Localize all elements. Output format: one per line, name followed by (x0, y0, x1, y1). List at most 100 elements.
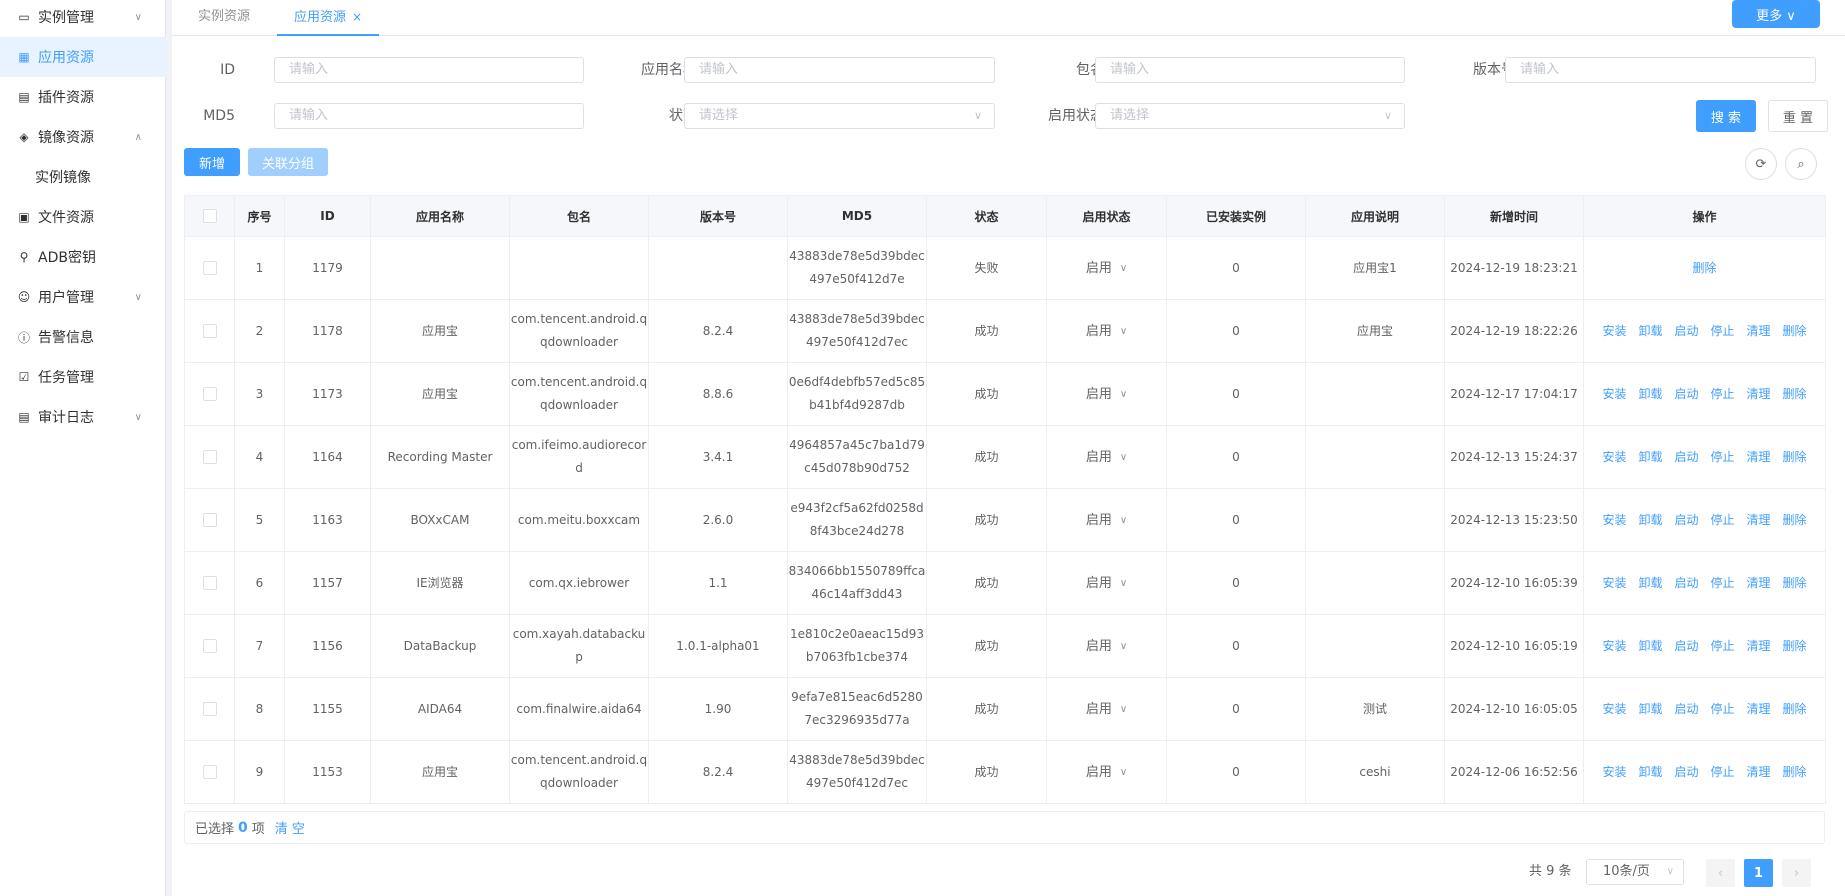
action-link[interactable]: 启动 (1674, 635, 1698, 658)
action-link[interactable]: 安装 (1602, 698, 1626, 721)
action-link[interactable]: 安装 (1602, 446, 1626, 469)
more-button[interactable]: 更多 ∨ (1732, 0, 1820, 28)
sidebar-item[interactable]: ⓘ 告警信息 (0, 317, 166, 357)
link-group-button[interactable]: 关联分组 (248, 148, 328, 176)
sidebar-item[interactable]: ◈ 镜像资源 ∧ (0, 117, 166, 157)
action-link[interactable]: 清理 (1747, 446, 1771, 469)
action-link[interactable]: 停止 (1711, 572, 1735, 595)
action-link[interactable]: 卸载 (1638, 761, 1662, 784)
search-icon[interactable]: ⌕ (1785, 148, 1817, 180)
sidebar-item[interactable]: ▦ 应用资源 (0, 37, 166, 77)
sidebar-item[interactable]: ▤ 审计日志 ∨ (0, 397, 166, 437)
next-page-button[interactable]: › (1782, 859, 1811, 887)
action-link[interactable]: 停止 (1711, 320, 1735, 343)
action-link[interactable]: 卸载 (1638, 572, 1662, 595)
clear-selection-link[interactable]: 清 空 (275, 818, 305, 837)
version-input[interactable]: 请输入 (1505, 57, 1816, 83)
row-checkbox[interactable] (202, 639, 217, 653)
action-link[interactable]: 停止 (1711, 698, 1735, 721)
row-checkbox[interactable] (202, 387, 217, 401)
action-link[interactable]: 删除 (1783, 446, 1807, 469)
enable-status-dropdown[interactable]: 启用 ∨ (1086, 572, 1127, 595)
enable-status-dropdown[interactable]: 启用 ∨ (1086, 320, 1127, 343)
enable-status-dropdown[interactable]: 启用 ∨ (1086, 509, 1127, 532)
action-link[interactable]: 清理 (1747, 320, 1771, 343)
enable-status-dropdown[interactable]: 启用 ∨ (1086, 761, 1127, 784)
row-checkbox[interactable] (202, 702, 217, 716)
action-link[interactable]: 清理 (1747, 635, 1771, 658)
md5-input[interactable]: 请输入 (274, 103, 584, 129)
action-link[interactable]: 停止 (1711, 509, 1735, 532)
reset-button[interactable]: 重 置 (1768, 100, 1828, 132)
action-link[interactable]: 安装 (1602, 635, 1626, 658)
tab-app-resources[interactable]: 应用资源 × (277, 0, 380, 36)
page-1-button[interactable]: 1 (1744, 859, 1773, 887)
action-link[interactable]: 启动 (1674, 320, 1698, 343)
enable-status-dropdown[interactable]: 启用 ∨ (1086, 698, 1127, 721)
close-icon[interactable]: × (352, 10, 362, 24)
action-link[interactable]: 清理 (1747, 509, 1771, 532)
action-link[interactable]: 安装 (1602, 572, 1626, 595)
action-link[interactable]: 卸载 (1638, 635, 1662, 658)
search-button[interactable]: 搜 索 (1696, 100, 1756, 132)
action-link[interactable]: 安装 (1602, 509, 1626, 532)
action-link[interactable]: 删除 (1783, 509, 1807, 532)
action-link[interactable]: 卸载 (1638, 698, 1662, 721)
sidebar-item[interactable]: ☺ 用户管理 ∨ (0, 277, 166, 317)
action-link[interactable]: 安装 (1602, 320, 1626, 343)
action-link[interactable]: 删除 (1692, 257, 1716, 280)
tab-instance-resources[interactable]: 实例资源 (198, 0, 250, 36)
action-link[interactable]: 卸载 (1638, 320, 1662, 343)
app-name-input[interactable]: 请输入 (684, 57, 995, 83)
action-link[interactable]: 安装 (1602, 383, 1626, 406)
action-link[interactable]: 卸载 (1638, 509, 1662, 532)
refresh-icon[interactable]: ⟳ (1745, 148, 1777, 180)
action-link[interactable]: 启动 (1674, 572, 1698, 595)
action-link[interactable]: 删除 (1783, 635, 1807, 658)
action-link[interactable]: 清理 (1747, 383, 1771, 406)
enable-status-dropdown[interactable]: 启用 ∨ (1086, 446, 1127, 469)
action-link[interactable]: 删除 (1783, 383, 1807, 406)
action-link[interactable]: 启动 (1674, 383, 1698, 406)
action-link[interactable]: 启动 (1674, 509, 1698, 532)
row-checkbox[interactable] (202, 261, 217, 275)
package-input[interactable]: 请输入 (1095, 57, 1405, 83)
row-checkbox[interactable] (202, 765, 217, 779)
action-link[interactable]: 删除 (1783, 761, 1807, 784)
sidebar-item[interactable]: ⚲ ADB密钥 (0, 237, 166, 277)
add-button[interactable]: 新增 (184, 148, 240, 176)
sidebar-item[interactable]: ☑ 任务管理 (0, 357, 166, 397)
enable-status-dropdown[interactable]: 启用 ∨ (1086, 383, 1127, 406)
action-link[interactable]: 停止 (1711, 761, 1735, 784)
row-checkbox[interactable] (202, 324, 217, 338)
action-link[interactable]: 启动 (1674, 446, 1698, 469)
action-link[interactable]: 停止 (1711, 446, 1735, 469)
id-input[interactable]: 请输入 (274, 57, 584, 83)
action-link[interactable]: 清理 (1747, 572, 1771, 595)
enable-status-select[interactable]: 请选择 ∨ (1095, 103, 1405, 129)
action-link[interactable]: 停止 (1711, 635, 1735, 658)
status-select[interactable]: 请选择 ∨ (684, 103, 995, 129)
sidebar-item[interactable]: ▭ 实例管理 ∨ (0, 0, 166, 37)
enable-status-dropdown[interactable]: 启用 ∨ (1086, 257, 1127, 280)
action-link[interactable]: 启动 (1674, 761, 1698, 784)
action-link[interactable]: 清理 (1747, 698, 1771, 721)
action-link[interactable]: 清理 (1747, 761, 1771, 784)
action-link[interactable]: 删除 (1783, 698, 1807, 721)
sidebar-item[interactable]: ▣ 文件资源 (0, 197, 166, 237)
row-checkbox[interactable] (202, 450, 217, 464)
action-link[interactable]: 启动 (1674, 698, 1698, 721)
action-link[interactable]: 停止 (1711, 383, 1735, 406)
row-checkbox[interactable] (202, 576, 217, 590)
action-link[interactable]: 卸载 (1638, 383, 1662, 406)
select-all-checkbox[interactable] (202, 209, 217, 224)
enable-status-dropdown[interactable]: 启用 ∨ (1086, 635, 1127, 658)
action-link[interactable]: 安装 (1602, 761, 1626, 784)
row-checkbox[interactable] (202, 513, 217, 527)
prev-page-button[interactable]: ‹ (1706, 859, 1735, 887)
action-link[interactable]: 删除 (1783, 572, 1807, 595)
action-link[interactable]: 卸载 (1638, 446, 1662, 469)
page-size-select[interactable]: 10条/页 ∨ (1586, 859, 1684, 885)
sidebar-item[interactable]: ▤ 插件资源 (0, 77, 166, 117)
action-link[interactable]: 删除 (1783, 320, 1807, 343)
